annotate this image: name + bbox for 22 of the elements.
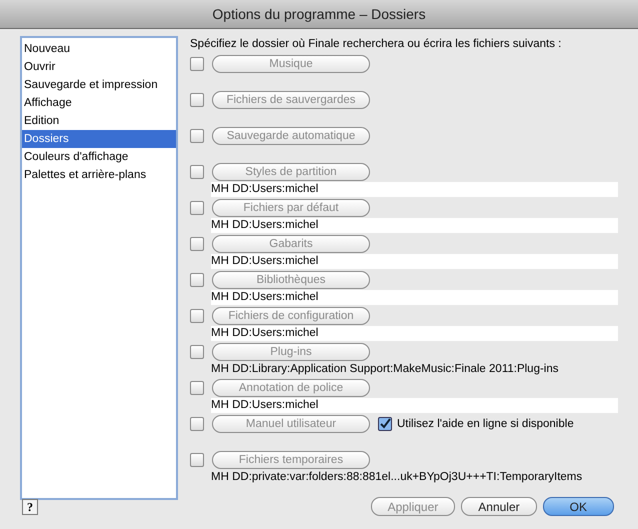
checkbox-label: Utilisez l'aide en ligne si disponible (397, 418, 574, 430)
help-button[interactable]: ? (22, 498, 38, 514)
window-title: Options du programme – Dossiers (212, 6, 426, 22)
dialog-button[interactable]: OK (542, 497, 614, 516)
category-item[interactable]: Dossiers (22, 130, 176, 148)
category-item[interactable]: Edition (22, 112, 176, 130)
path-text: MH DD:private:var:folders:88:881el...uk+BYpOj3U+++TI:TemporaryItems (211, 470, 584, 485)
instructions: Spécifiez le dossier où Finale recherchera ou écrira les fichiers suivants : (190, 37, 562, 52)
path-field: MH DD:Users:michel (211, 326, 618, 341)
path-text: MH DD:Library:Application Support:MakeMusic:Finale 2011:Plug-ins (211, 362, 560, 377)
category-item[interactable]: Sauvegarde et impression (22, 76, 176, 94)
path-field: MH DD:Users:michel (211, 182, 618, 197)
category-item[interactable]: Affichage (22, 94, 176, 112)
path-field: MH DD:Users:michel (211, 398, 618, 413)
path-field: MH DD:Users:michel (211, 218, 618, 233)
category-item[interactable]: Couleurs d'affichage (22, 148, 176, 166)
category-item[interactable]: Ouvrir (22, 58, 176, 76)
path-field: MH DD:Users:michel (211, 290, 618, 305)
category-item[interactable]: Palettes et arrière-plans (22, 166, 176, 184)
dialog-button[interactable]: Annuler (461, 497, 537, 516)
path-field: MH DD:Users:michel (211, 254, 618, 269)
category-item[interactable]: Nouveau (22, 40, 176, 58)
